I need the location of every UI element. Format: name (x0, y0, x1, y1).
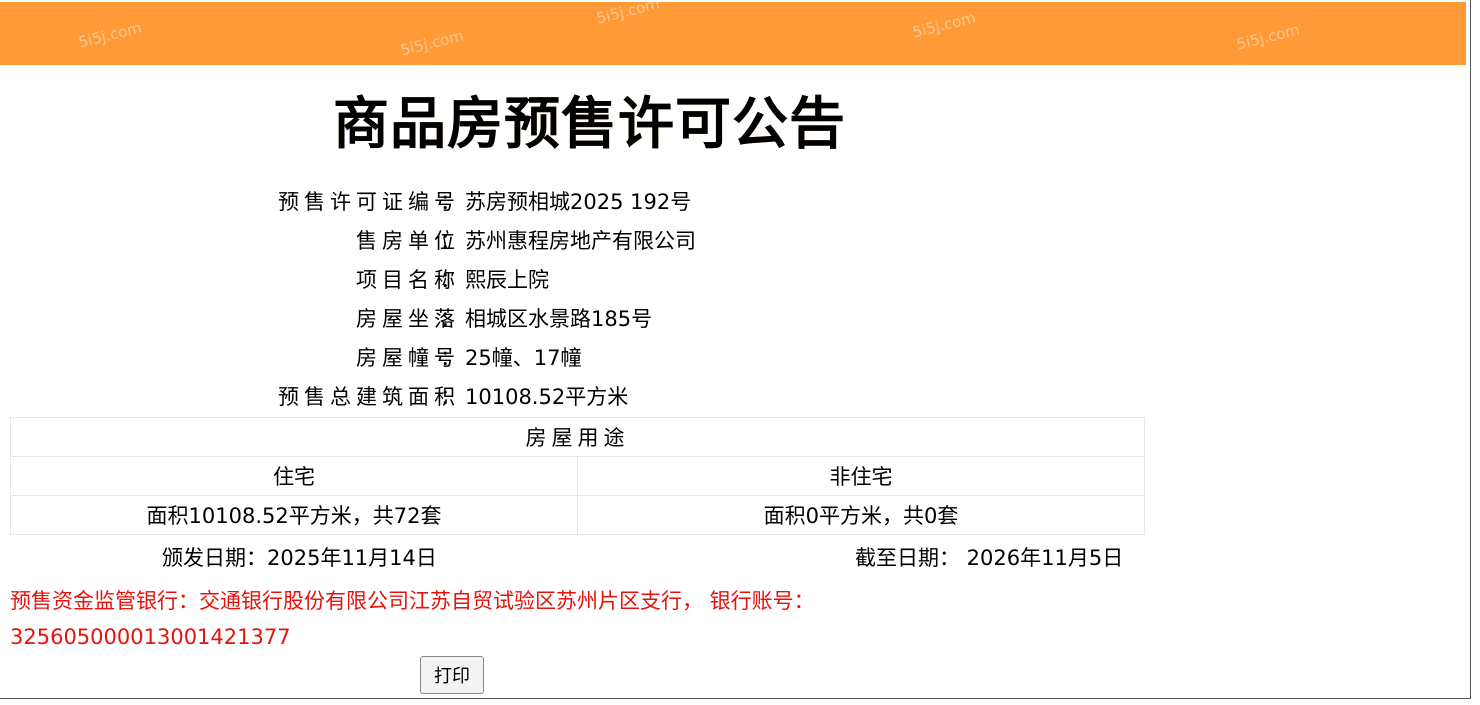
watermark: 5i5j.com (910, 8, 978, 42)
field-value: 苏房预相城2025 192号 (465, 190, 692, 214)
usage-header-nonresidential: 非住宅 (577, 456, 1145, 496)
field-colon: ： (440, 229, 461, 253)
page-title: 商品房预售许可公告 (333, 88, 845, 160)
field-colon: ： (440, 268, 461, 292)
expiry-date: 截至日期： 2026年11月5日 (855, 546, 1124, 570)
usage-table: 房屋用途 住宅 非住宅 面积10108.52平方米，共72套 面积0平方米，共0… (10, 417, 1145, 535)
table-row: 房屋用途 (10, 417, 1145, 457)
usage-value-residential: 面积10108.52平方米，共72套 (10, 495, 578, 535)
table-row: 面积10108.52平方米，共72套 面积0平方米，共0套 (10, 495, 1145, 535)
field-colon: ： (440, 385, 461, 409)
print-button[interactable]: 打印 (420, 656, 484, 694)
field-value: 相城区水景路185号 (465, 307, 653, 331)
field-colon: ： (440, 346, 461, 370)
watermark: 5i5j.com (76, 18, 144, 52)
field-value: 苏州惠程房地产有限公司 (465, 229, 696, 253)
field-value: 25幢、17幢 (465, 346, 582, 370)
field-label: 预售总建筑面积 (278, 385, 460, 409)
field-project-name: 项目名称 ： 熙辰上院 (0, 265, 1150, 295)
field-label: 预售许可证编号 (278, 190, 460, 214)
usage-value-nonresidential: 面积0平方米，共0套 (577, 495, 1145, 535)
issue-date: 颁发日期：2025年11月14日 (162, 546, 437, 570)
field-value: 熙辰上院 (465, 268, 549, 292)
field-building-numbers: 房屋幢号 ： 25幢、17幢 (0, 343, 1150, 373)
field-colon: ： (440, 307, 461, 331)
usage-header-residential: 住宅 (10, 456, 578, 496)
field-license-number: 预售许可证编号 ： 苏房预相城2025 192号 (0, 187, 1150, 217)
field-total-area: 预售总建筑面积 ： 10108.52平方米 (0, 382, 1150, 412)
bank-info: 预售资金监管银行：交通银行股份有限公司江苏自贸试验区苏州片区支行， 银行账号：3… (10, 589, 815, 649)
field-location: 房屋坐落 ： 相城区水景路185号 (0, 304, 1150, 334)
watermark: 5i5j.com (1234, 20, 1302, 54)
field-value: 10108.52平方米 (465, 385, 629, 409)
watermark: 5i5j.com (398, 26, 466, 60)
usage-title: 房屋用途 (10, 417, 1145, 457)
field-seller: 售房单位 ： 苏州惠程房地产有限公司 (0, 226, 1150, 256)
watermark: 5i5j.com (594, 0, 662, 28)
field-colon: ： (440, 190, 461, 214)
top-banner: 5i5j.com 5i5j.com 5i5j.com 5i5j.com 5i5j… (0, 0, 1466, 65)
table-row: 住宅 非住宅 (10, 456, 1145, 496)
